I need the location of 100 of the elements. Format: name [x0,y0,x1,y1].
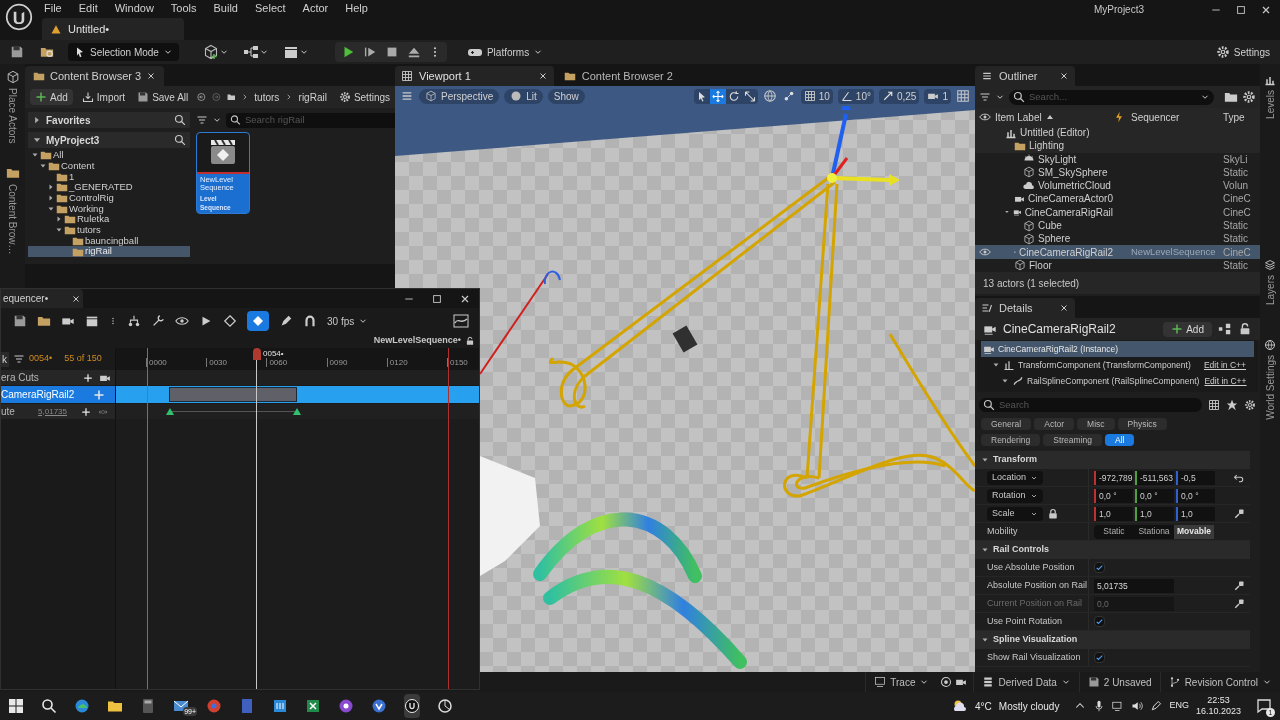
browse-icon[interactable] [40,45,54,59]
level-tab[interactable]: Untitled• [42,18,184,40]
table-icon[interactable] [1208,399,1220,411]
star-icon[interactable] [1226,399,1238,411]
weather-text[interactable]: Mostly cloudy [998,698,1060,714]
layout-icon[interactable] [956,89,970,103]
edit-link[interactable]: Edit in C++ [1204,374,1247,388]
add-folder-icon[interactable] [1224,90,1238,104]
scale-snap-button[interactable]: 0,25 [878,88,920,104]
menu-item[interactable]: Actor [302,0,329,17]
menu-item[interactable]: Select [255,0,286,17]
number-field[interactable]: 5,01735 [1094,578,1174,593]
panel-tab[interactable]: Viewport 1 [395,66,554,86]
calculator-icon[interactable] [140,698,156,714]
temperature[interactable]: 4°C [975,698,992,714]
filter-tab[interactable]: All [1105,434,1135,446]
windows-logo-icon[interactable] [8,698,24,714]
tree-arrow-icon[interactable] [981,636,989,644]
platforms-button[interactable]: Platforms [466,44,544,60]
side-tab[interactable]: World Settings [1262,354,1278,420]
search-icon[interactable] [41,698,57,714]
folder-item[interactable]: _GENERATED [28,182,190,193]
settings-button[interactable]: Settings [338,89,391,105]
folder-item[interactable]: rigRail [28,246,190,257]
playhead-handle[interactable] [253,348,261,360]
speaker-icon[interactable] [1131,700,1144,712]
filter-tab[interactable]: Physics [1117,418,1167,430]
number-field[interactable]: 1,0 [1135,506,1174,521]
folder-item[interactable]: ControlRig [28,192,190,204]
back-icon[interactable] [197,91,206,103]
lock-icon[interactable] [465,336,475,346]
clapperboard-icon[interactable] [85,314,99,328]
close-icon[interactable] [1260,4,1272,16]
pencil-icon[interactable] [279,314,293,328]
frame-rate-dropdown[interactable]: 30 fps [327,313,369,329]
filter-tab[interactable]: Rendering [981,434,1041,446]
search-field[interactable]: k [1,351,9,367]
transform-dropdown[interactable]: Scale [987,506,1043,521]
move-icon[interactable] [709,88,726,104]
column-header[interactable]: Type [1223,109,1250,125]
menu-item[interactable]: Edit [78,0,98,17]
diamond-icon[interactable] [223,314,237,328]
folder-item[interactable]: bauncingball [28,235,190,247]
browse-icon[interactable] [37,314,51,328]
outliner-item[interactable]: Floor [995,257,1113,272]
menu-icon[interactable] [400,89,414,103]
folder-item[interactable]: 1 [28,171,190,183]
folder-item[interactable]: Content [28,160,190,172]
blueprint-icon[interactable] [242,44,259,60]
tree-arrow-icon[interactable] [981,546,989,554]
globe-icon[interactable] [1264,338,1276,351]
filter-tab[interactable]: General [981,418,1032,430]
number-field[interactable]: 0,0 ° [1135,488,1174,503]
microphone-icon[interactable] [1093,700,1106,712]
section-header[interactable]: Transform [993,453,1037,467]
camera-speed-button[interactable]: 1 [924,88,951,104]
filter-tab[interactable]: Streaming [1043,434,1102,446]
checkbox[interactable] [1094,616,1105,627]
search-field[interactable]: Search [999,397,1198,413]
side-tab[interactable]: Content Brow… [5,183,20,255]
toolbar-button[interactable]: Add [30,89,73,105]
blueprint-icon[interactable] [1218,322,1232,336]
outliner-item[interactable]: CineCameraRigRail [995,204,1113,220]
search-box[interactable]: Search [979,398,1202,412]
search-icon[interactable] [174,114,186,126]
eye-icon[interactable] [979,111,991,123]
panel-tab[interactable]: equencer• [1,289,83,308]
notification-icon[interactable] [1256,698,1272,714]
curve-editor-icon[interactable] [453,313,469,329]
spreadsheet-icon[interactable] [305,698,321,714]
number-field[interactable]: 0,0 ° [1094,488,1133,503]
menu-item[interactable]: Tools [170,0,197,17]
clock-date[interactable]: 16.10.2023 [1195,706,1241,717]
browser-icon[interactable] [74,698,90,714]
number-field[interactable]: 0,0 ° [1176,488,1215,503]
panel-tab[interactable]: Outliner [975,66,1075,86]
number-field[interactable]: 1,0 [1094,506,1133,521]
side-tab[interactable]: Layers [1262,274,1278,305]
language-indicator[interactable]: ENG [1169,699,1189,713]
lightning-icon[interactable] [1113,111,1125,123]
checkbox[interactable] [1094,562,1105,573]
eject-icon[interactable] [406,45,421,59]
filter-tab[interactable]: Actor [1034,418,1075,430]
spreadsheet-icon[interactable] [272,698,288,714]
side-tab[interactable]: Place Actors [5,88,20,144]
column-header[interactable]: Item Label [995,109,1113,125]
globe-icon[interactable] [762,89,777,103]
wrench-icon[interactable] [151,314,165,328]
filter-icon[interactable] [979,91,991,103]
track-row[interactable]: era Cuts [1,370,115,385]
outliner-item[interactable]: VolumetricCloud [995,178,1113,194]
transform-dropdown[interactable]: Location [987,470,1043,485]
settings-icon[interactable] [1244,399,1256,411]
filter-tab[interactable]: Misc [1077,418,1115,430]
magnet-icon[interactable] [303,314,317,328]
maximize-icon[interactable] [431,292,443,305]
outliner-item[interactable]: SM_SkySphere [995,164,1113,180]
breadcrumb-link[interactable]: tutors [254,89,280,105]
number-field[interactable]: -0,5 [1176,470,1215,485]
column-header[interactable]: Sequencer [1131,109,1223,125]
